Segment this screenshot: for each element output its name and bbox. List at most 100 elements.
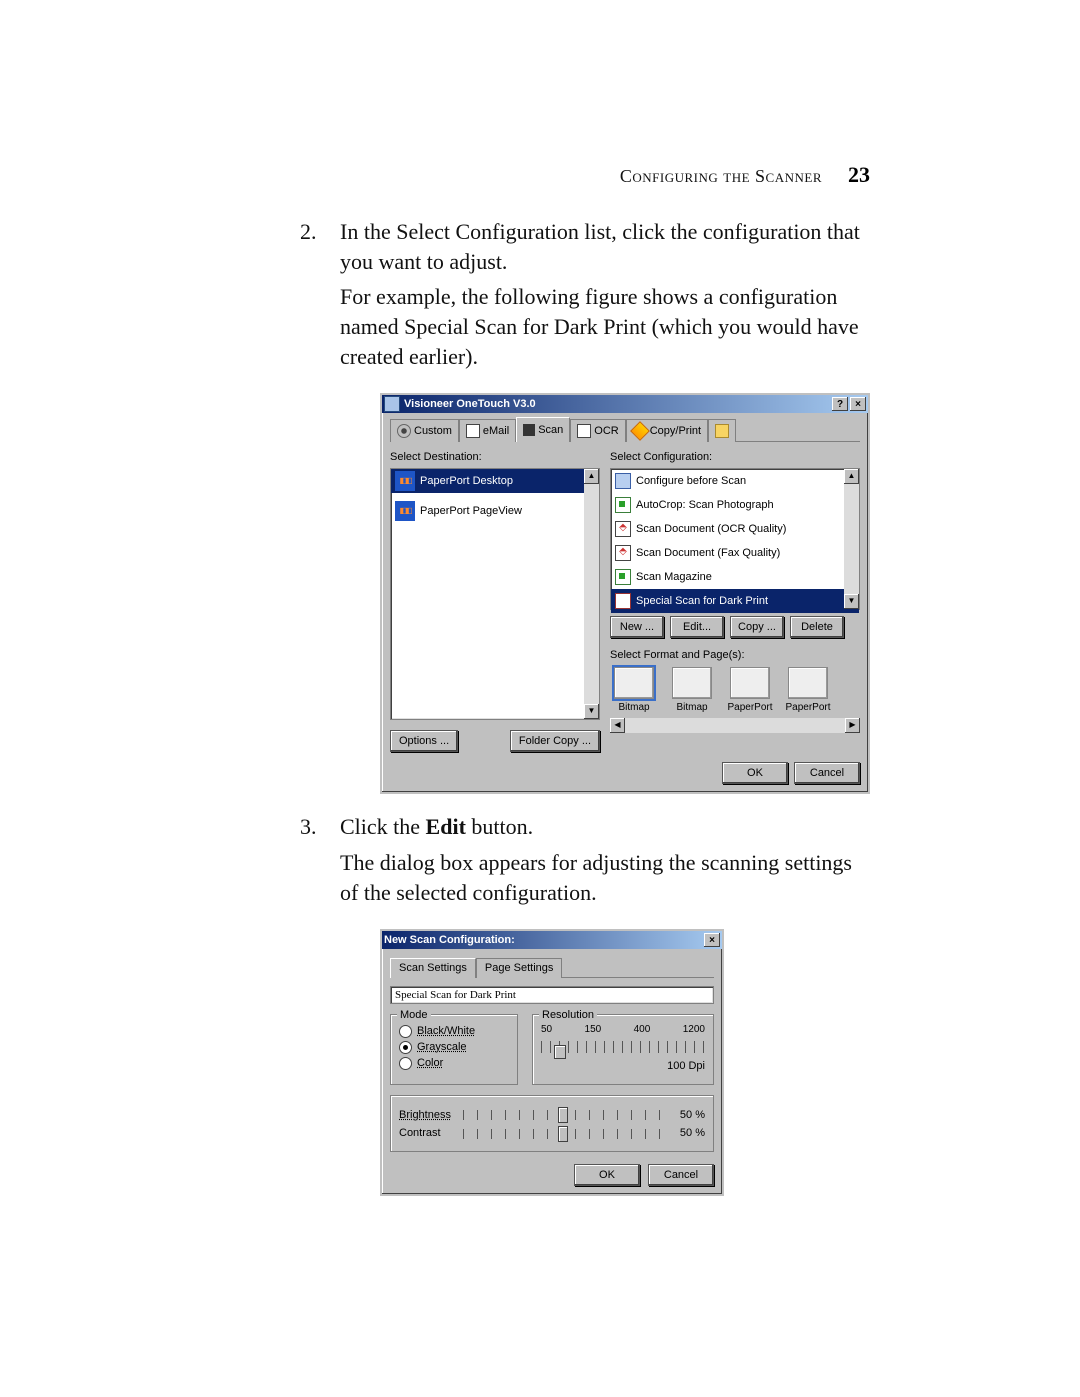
contrast-value: 50 % bbox=[669, 1126, 705, 1141]
format-icon bbox=[614, 667, 654, 699]
scrollbar[interactable]: ▲ ▼ bbox=[844, 469, 859, 609]
tab-ocr-label: OCR bbox=[594, 424, 618, 439]
config-icon bbox=[615, 593, 631, 609]
scroll-down-icon[interactable]: ▼ bbox=[844, 594, 859, 609]
new-button[interactable]: New ... bbox=[610, 616, 664, 638]
cfg-item-scan-magazine[interactable]: Scan Magazine bbox=[611, 565, 859, 589]
tick-50: 50 bbox=[541, 1023, 552, 1037]
cfg-item-special-dark-print[interactable]: Special Scan for Dark Print bbox=[611, 589, 859, 613]
page-body: 2. In the Select Configuration list, cli… bbox=[300, 217, 870, 1196]
page-number: 23 bbox=[848, 162, 870, 187]
format-label: Bitmap bbox=[668, 701, 716, 715]
titlebar[interactable]: Visioneer OneTouch V3.0 ? × bbox=[382, 395, 868, 413]
tab-custom[interactable]: Custom bbox=[390, 419, 459, 442]
resolution-slider[interactable] bbox=[541, 1041, 705, 1053]
dest-item-paperport-desktop[interactable]: PaperPort Desktop bbox=[391, 469, 599, 493]
page-header: Configuring the Scanner 23 bbox=[620, 162, 870, 188]
dest-item-label: PaperPort PageView bbox=[420, 504, 522, 519]
format-bitmap-multi[interactable]: Bitmap bbox=[668, 667, 716, 715]
cancel-button[interactable]: Cancel bbox=[794, 762, 860, 784]
tab-scan-settings[interactable]: Scan Settings bbox=[390, 958, 476, 978]
brightness-contrast-group: Brightness 50 % Contrast bbox=[390, 1095, 714, 1153]
format-row: Bitmap Bitmap PaperPort bbox=[610, 667, 860, 715]
radio-color[interactable]: Color bbox=[399, 1056, 509, 1071]
cfg-item-scan-ocr-quality[interactable]: Scan Document (OCR Quality) bbox=[611, 517, 859, 541]
ok-button[interactable]: OK bbox=[574, 1164, 640, 1186]
slider-thumb[interactable] bbox=[554, 1045, 566, 1059]
radio-grayscale[interactable]: Grayscale bbox=[399, 1040, 509, 1055]
tabstrip: Custom eMail Scan bbox=[390, 419, 860, 442]
step-2: 2. In the Select Configuration list, cli… bbox=[300, 217, 870, 794]
dest-item-paperport-pageview[interactable]: PaperPort PageView bbox=[391, 493, 599, 529]
options-button[interactable]: Options ... bbox=[390, 730, 458, 752]
resolution-ticks: 50 150 400 1200 bbox=[541, 1023, 705, 1037]
step-3-t1a: Click the bbox=[340, 814, 426, 839]
cancel-button[interactable]: Cancel bbox=[648, 1164, 714, 1186]
scroll-right-icon[interactable]: ▶ bbox=[845, 718, 860, 733]
scroll-left-icon[interactable]: ◀ bbox=[610, 718, 625, 733]
mail-icon bbox=[466, 424, 480, 438]
scroll-up-icon[interactable]: ▲ bbox=[844, 469, 859, 484]
scroll-down-icon[interactable]: ▼ bbox=[584, 704, 599, 719]
format-paperport-single[interactable]: PaperPort bbox=[726, 667, 774, 715]
figure-new-scan-config: New Scan Configuration: × Scan Settings … bbox=[380, 929, 870, 1196]
destination-listbox[interactable]: PaperPort Desktop PaperPort PageView ▲ bbox=[390, 468, 600, 720]
diamond-icon bbox=[630, 422, 650, 442]
edit-button[interactable]: Edit... bbox=[670, 616, 724, 638]
slider-thumb[interactable] bbox=[558, 1107, 568, 1123]
tab-copyprint[interactable]: Copy/Print bbox=[626, 419, 708, 442]
cfg-item-label: Scan Document (Fax Quality) bbox=[636, 546, 780, 561]
radio-icon bbox=[399, 1057, 412, 1070]
resolution-group: Resolution 50 150 400 1200 bbox=[532, 1014, 714, 1084]
format-label: PaperPort bbox=[784, 701, 832, 715]
tab-copyprint-label: Copy/Print bbox=[650, 424, 701, 439]
tab-ocr[interactable]: OCR bbox=[570, 419, 625, 442]
section-title: Configuring the Scanner bbox=[620, 166, 822, 186]
tab-email[interactable]: eMail bbox=[459, 419, 516, 442]
copy-button[interactable]: Copy ... bbox=[730, 616, 784, 638]
tick-400: 400 bbox=[634, 1023, 651, 1037]
brightness-value: 50 % bbox=[669, 1108, 705, 1123]
close-button[interactable]: × bbox=[850, 397, 866, 411]
scroll-up-icon[interactable]: ▲ bbox=[584, 469, 599, 484]
dest-item-label: PaperPort Desktop bbox=[420, 474, 513, 489]
format-bitmap-single[interactable]: Bitmap bbox=[610, 667, 658, 715]
radio-black-white[interactable]: Black/White bbox=[399, 1024, 509, 1039]
target-icon bbox=[397, 424, 411, 438]
cfg-item-configure-before-scan[interactable]: Configure before Scan bbox=[611, 469, 859, 493]
help-button[interactable]: ? bbox=[832, 397, 848, 411]
tab-scan[interactable]: Scan bbox=[516, 417, 570, 442]
tabstrip: Scan Settings Page Settings bbox=[390, 957, 714, 977]
folder-copy-button[interactable]: Folder Copy ... bbox=[510, 730, 600, 752]
config-icon bbox=[615, 569, 631, 585]
titlebar[interactable]: New Scan Configuration: × bbox=[382, 931, 722, 949]
tab-page-settings[interactable]: Page Settings bbox=[476, 958, 563, 978]
label-select-format: Select Format and Page(s): bbox=[610, 648, 860, 663]
format-label: Bitmap bbox=[610, 701, 658, 715]
cfg-item-autocrop-photograph[interactable]: AutoCrop: Scan Photograph bbox=[611, 493, 859, 517]
delete-button[interactable]: Delete bbox=[790, 616, 844, 638]
format-icon bbox=[788, 667, 828, 699]
radio-icon bbox=[399, 1041, 412, 1054]
format-paperport-multi[interactable]: PaperPort bbox=[784, 667, 832, 715]
slider-thumb[interactable] bbox=[558, 1126, 568, 1142]
scrollbar[interactable]: ▲ ▼ bbox=[584, 469, 599, 719]
configuration-listbox[interactable]: Configure before Scan AutoCrop: Scan Pho… bbox=[610, 468, 860, 610]
contrast-slider[interactable] bbox=[463, 1129, 661, 1139]
cfg-item-label: AutoCrop: Scan Photograph bbox=[636, 498, 774, 513]
cfg-item-scan-fax-quality[interactable]: Scan Document (Fax Quality) bbox=[611, 541, 859, 565]
app-icon bbox=[384, 396, 400, 412]
scanner-icon bbox=[523, 424, 535, 436]
tab-folder[interactable] bbox=[708, 419, 736, 442]
ok-button[interactable]: OK bbox=[722, 762, 788, 784]
config-icon bbox=[615, 545, 631, 561]
config-icon bbox=[615, 473, 631, 489]
window-title: Visioneer OneTouch V3.0 bbox=[404, 397, 830, 412]
format-scrollbar[interactable]: ◀ ▶ bbox=[610, 718, 860, 733]
brightness-slider[interactable] bbox=[463, 1110, 661, 1120]
radio-label: Grayscale bbox=[417, 1040, 467, 1055]
close-button[interactable]: × bbox=[704, 933, 720, 947]
config-name-input[interactable] bbox=[390, 986, 714, 1004]
step-3-t1bold: Edit bbox=[426, 814, 466, 839]
window-title: New Scan Configuration: bbox=[384, 933, 702, 948]
